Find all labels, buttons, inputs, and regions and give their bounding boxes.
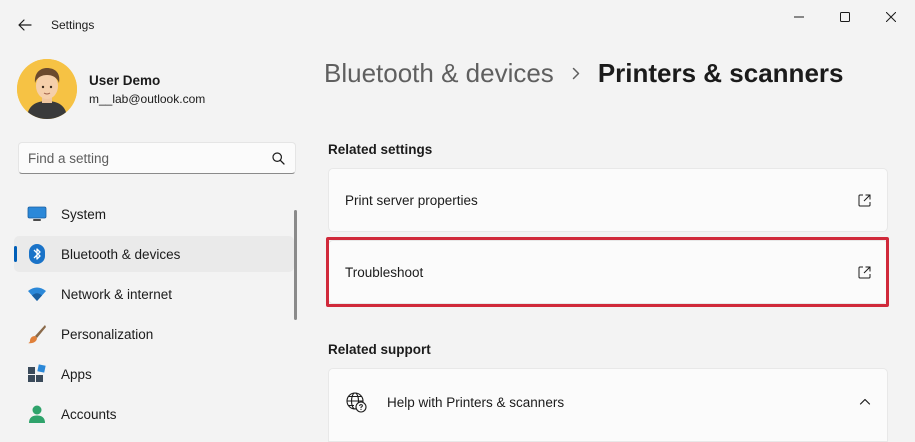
sidebar-item-label: Bluetooth & devices <box>61 246 181 262</box>
title-bar: Settings <box>0 0 915 48</box>
search-icon[interactable] <box>272 152 285 165</box>
sidebar-item-apps[interactable]: Apps <box>14 356 294 392</box>
external-link-icon <box>858 194 871 207</box>
sidebar-item-system[interactable]: System <box>14 196 294 232</box>
user-email: m__lab@outlook.com <box>89 92 206 106</box>
related-settings-title: Related settings <box>328 142 433 157</box>
sidebar-item-bluetooth-devices[interactable]: Bluetooth & devices <box>14 236 294 272</box>
card-label: Print server properties <box>345 192 478 208</box>
sidebar-item-accounts[interactable]: Accounts <box>14 396 294 432</box>
print-server-properties-link[interactable]: Print server properties <box>328 168 888 232</box>
app-title: Settings <box>51 18 95 32</box>
chevron-up-icon[interactable] <box>859 396 871 408</box>
close-button[interactable] <box>868 0 914 34</box>
minimize-button[interactable] <box>776 0 822 34</box>
sidebar-item-label: Personalization <box>61 326 154 342</box>
search-input[interactable] <box>28 143 258 173</box>
apps-icon <box>26 363 48 385</box>
breadcrumb: Bluetooth & devices Printers & scanners <box>324 58 843 89</box>
monitor-icon <box>26 203 48 225</box>
brush-icon <box>26 323 48 345</box>
help-printers-scanners-expander[interactable]: Help with Printers & scanners <box>328 368 888 442</box>
bluetooth-icon <box>26 243 48 265</box>
help-label: Help with Printers & scanners <box>387 395 565 410</box>
chevron-right-icon <box>554 67 598 80</box>
settings-window: Settings User Demo m__lab@outlook.com Fi… <box>0 0 915 442</box>
globe-help-icon <box>346 392 367 413</box>
sidebar-item-label: Apps <box>61 366 92 382</box>
maximize-button[interactable] <box>822 0 868 34</box>
troubleshoot-link[interactable]: Troubleshoot <box>328 240 888 304</box>
sidebar-item-label: Network & internet <box>61 286 173 302</box>
search-box[interactable] <box>18 142 296 174</box>
breadcrumb-parent[interactable]: Bluetooth & devices <box>324 58 554 89</box>
related-support-title: Related support <box>328 342 431 357</box>
sidebar-scrollbar[interactable] <box>294 210 297 320</box>
user-name: User Demo <box>89 73 161 88</box>
sidebar-item-personalization[interactable]: Personalization <box>14 316 294 352</box>
wifi-icon <box>26 283 48 305</box>
sidebar-nav: System Bluetooth & devices Network & int… <box>14 196 294 436</box>
page-title: Printers & scanners <box>597 58 844 88</box>
external-link-icon <box>858 266 871 279</box>
back-button[interactable] <box>8 8 42 42</box>
sidebar-item-label: Accounts <box>61 406 117 422</box>
sidebar-item-network-internet[interactable]: Network & internet <box>14 276 294 312</box>
minimize-icon <box>794 16 804 18</box>
card-label: Troubleshoot <box>345 264 424 280</box>
active-indicator <box>14 246 17 262</box>
back-arrow-icon <box>18 19 32 31</box>
avatar[interactable] <box>17 59 77 119</box>
person-icon <box>26 403 48 425</box>
user-avatar-icon <box>17 59 77 119</box>
close-icon <box>886 12 896 22</box>
sidebar-item-label: System <box>61 206 107 222</box>
maximize-icon <box>840 12 850 22</box>
